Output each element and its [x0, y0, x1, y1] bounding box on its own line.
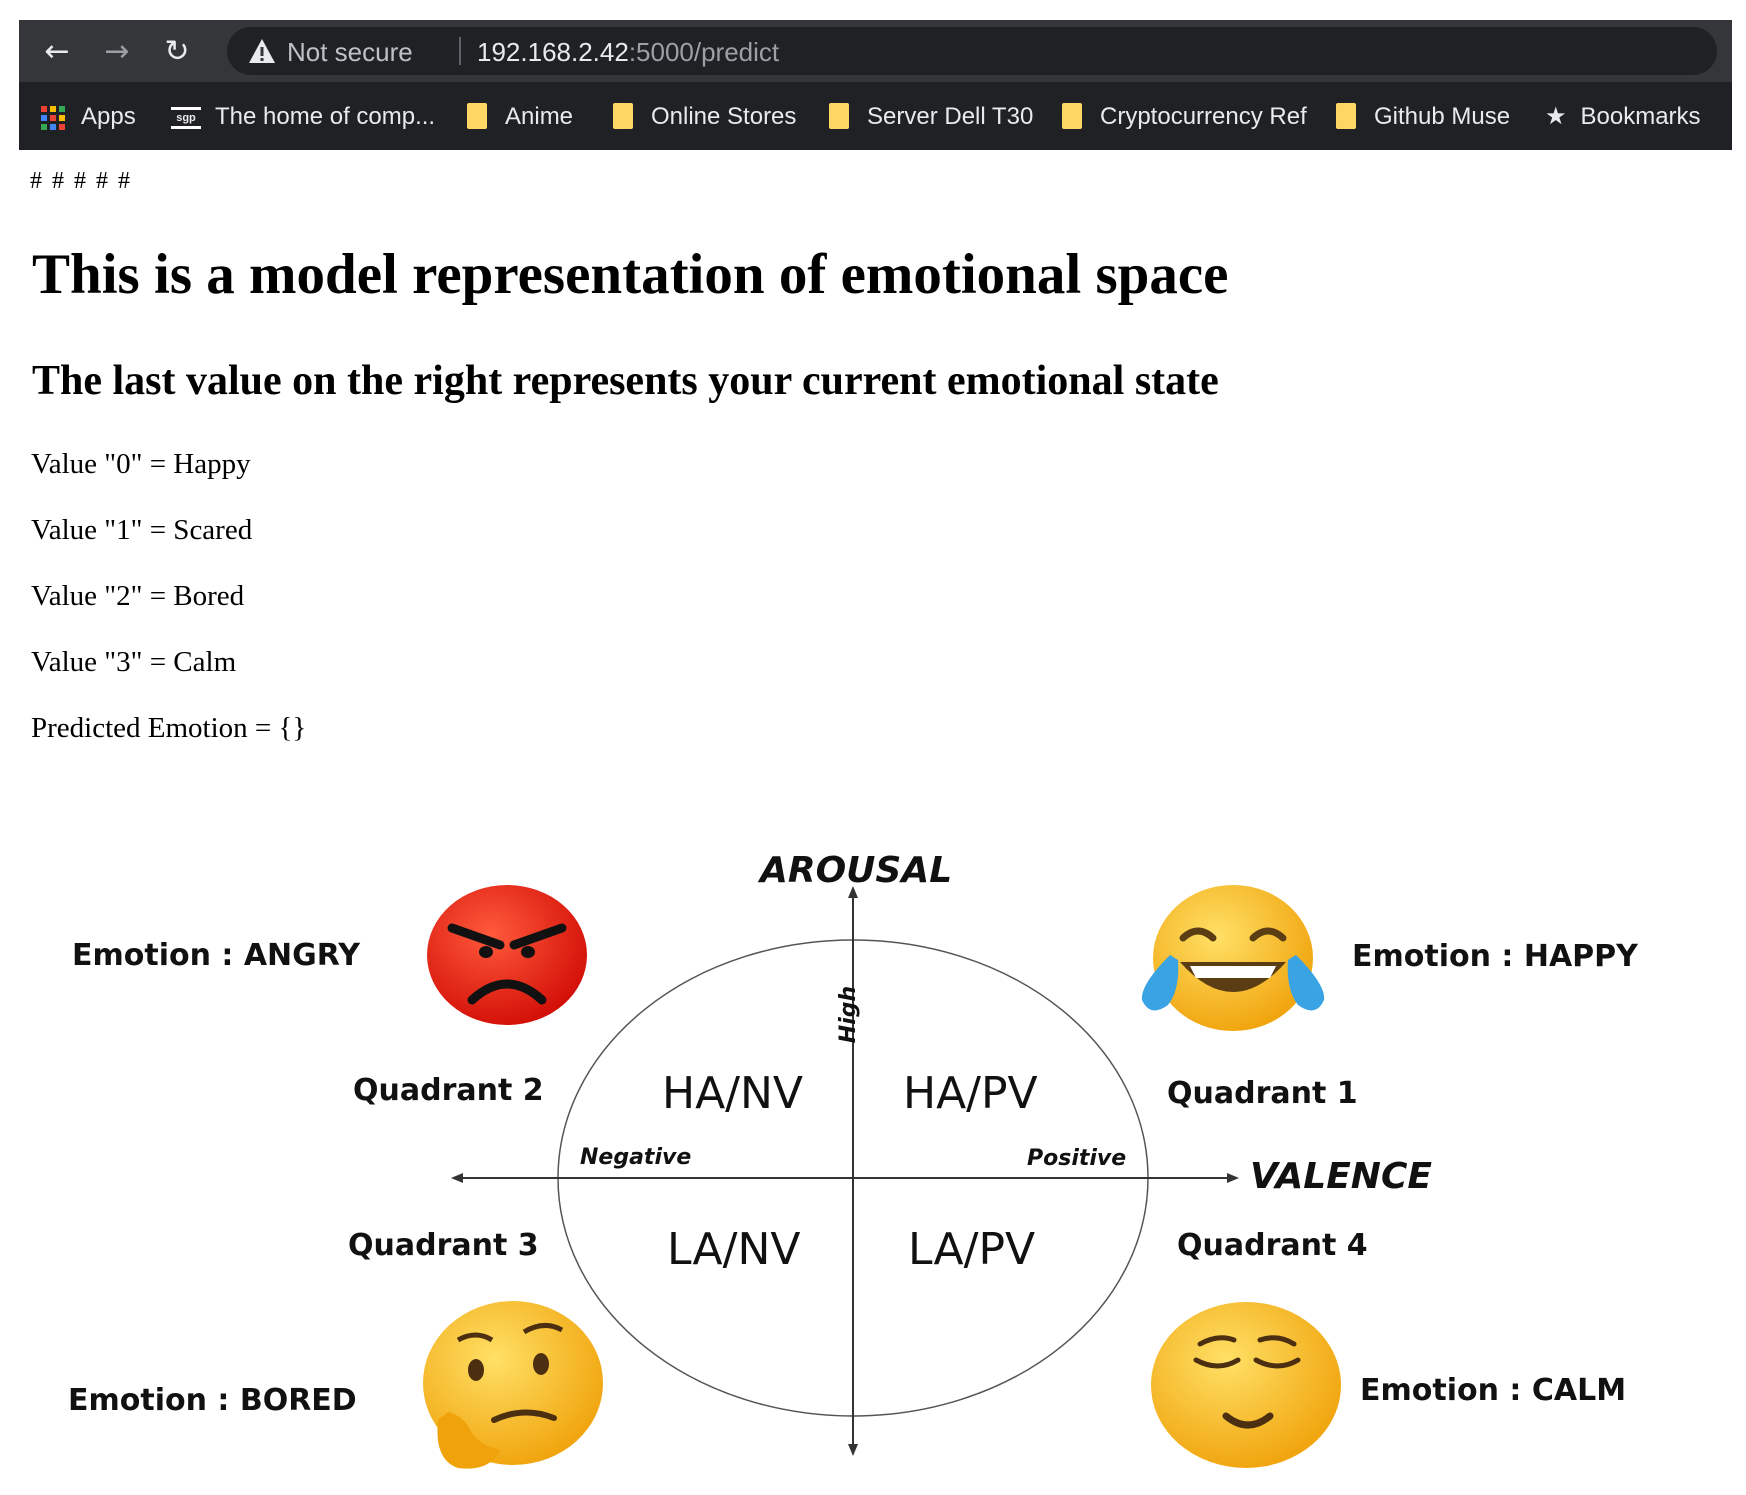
- sgp-logo-icon: sgp: [171, 106, 201, 129]
- arrow-right-icon[interactable]: →: [97, 32, 137, 72]
- emotion-angry-label: Emotion : ANGRY: [72, 938, 360, 973]
- url-host: 192.168.2.42: [477, 37, 629, 67]
- address-bar[interactable]: Not secure 192.168.2.42:5000/predict: [227, 27, 1717, 75]
- bookmark-apps[interactable]: Apps: [41, 100, 136, 134]
- value-line: Value "1" = Scared: [31, 514, 253, 546]
- hashes-text: # # # # #: [30, 168, 132, 194]
- value-line: Value "3" = Calm: [31, 646, 237, 678]
- apps-grid-icon: [41, 105, 65, 130]
- quadrant-1-code: HA/PV: [903, 1068, 1038, 1119]
- arousal-arrow-down: [848, 1444, 858, 1456]
- page-title: This is a model representation of emotio…: [32, 243, 1229, 306]
- emotion-calm-label: Emotion : CALM: [1360, 1373, 1627, 1408]
- quadrant-3-label: Quadrant 3: [348, 1228, 539, 1263]
- bookmark-anime[interactable]: Anime: [467, 100, 573, 134]
- bookmark-label: Bookmarks: [1580, 103, 1701, 130]
- valence-axis-title: VALENCE: [1250, 1156, 1432, 1197]
- quadrant-2-label: Quadrant 2: [353, 1073, 544, 1108]
- bookmark-github-muse[interactable]: Github Muse: [1336, 100, 1510, 134]
- angry-face-icon: [427, 885, 587, 1025]
- browser-toolbar: ← → ↻ Not secure 192.168.2.42:5000/predi…: [19, 20, 1732, 82]
- omnibox-separator: [459, 37, 461, 65]
- bookmark-label: The home of comp...: [215, 103, 436, 130]
- tears-of-joy-face-icon: [1141, 885, 1325, 1031]
- relieved-face-icon: [1151, 1302, 1341, 1468]
- folder-icon: [829, 102, 849, 129]
- page-subtitle: The last value on the right represents y…: [32, 358, 1219, 404]
- negative-label: Negative: [580, 1145, 692, 1170]
- predicted-emotion: Predicted Emotion = {}: [31, 712, 307, 744]
- quadrant-4-label: Quadrant 4: [1177, 1228, 1368, 1263]
- value-line: Value "2" = Bored: [31, 580, 245, 612]
- folder-icon: [467, 102, 487, 129]
- bookmark-bookmarks[interactable]: ★ Bookmarks: [1545, 100, 1701, 134]
- bookmark-label: Server Dell T30: [867, 103, 1034, 130]
- value-line: Value "0" = Happy: [31, 448, 251, 480]
- valence-arrow-left: [451, 1173, 463, 1183]
- folder-icon: [1062, 102, 1082, 129]
- high-label: High: [836, 985, 862, 1044]
- bookmarks-bar: Apps sgp The home of comp... Anime Online…: [19, 90, 1732, 144]
- star-icon: ★: [1545, 103, 1567, 130]
- bookmark-cryptocurrency[interactable]: Cryptocurrency Ref: [1062, 100, 1307, 134]
- bookmark-server-dell[interactable]: Server Dell T30: [829, 100, 1033, 134]
- emotion-happy-label: Emotion : HAPPY: [1352, 939, 1638, 974]
- folder-icon: [1336, 102, 1356, 129]
- emotion-bored-label: Emotion : BORED: [68, 1383, 357, 1418]
- valence-arrow-right: [1227, 1173, 1239, 1183]
- quadrant-3-code: LA/NV: [667, 1224, 801, 1275]
- arousal-axis-title: AROUSAL: [760, 850, 953, 891]
- emotion-space-diagram: AROUSAL VALENCE High Negative Positive H…: [0, 840, 1746, 1495]
- reload-icon[interactable]: ↻: [157, 32, 197, 72]
- bookmark-label: Online Stores: [651, 103, 797, 130]
- url-path: :5000/predict: [628, 37, 780, 67]
- bookmark-label: Cryptocurrency Ref: [1100, 103, 1307, 130]
- bookmark-label: Apps: [81, 103, 136, 130]
- url-text[interactable]: 192.168.2.42:5000/predict: [477, 37, 779, 68]
- security-label[interactable]: Not secure: [287, 37, 413, 68]
- bookmark-label: Github Muse: [1374, 103, 1511, 130]
- bookmark-home-of-comp[interactable]: sgp The home of comp...: [171, 100, 435, 134]
- bookmark-label: Anime: [505, 103, 574, 130]
- quadrant-1-label: Quadrant 1: [1167, 1076, 1358, 1111]
- warning-icon: [249, 39, 275, 63]
- arrow-left-icon[interactable]: ←: [37, 32, 77, 72]
- thinking-face-icon: [423, 1301, 603, 1469]
- quadrant-2-code: HA/NV: [662, 1068, 804, 1119]
- folder-icon: [613, 102, 633, 129]
- positive-label: Positive: [1027, 1146, 1127, 1171]
- bookmark-online-stores[interactable]: Online Stores: [613, 100, 796, 134]
- browser-chrome: ← → ↻ Not secure 192.168.2.42:5000/predi…: [19, 20, 1732, 150]
- quadrant-4-code: LA/PV: [908, 1224, 1036, 1275]
